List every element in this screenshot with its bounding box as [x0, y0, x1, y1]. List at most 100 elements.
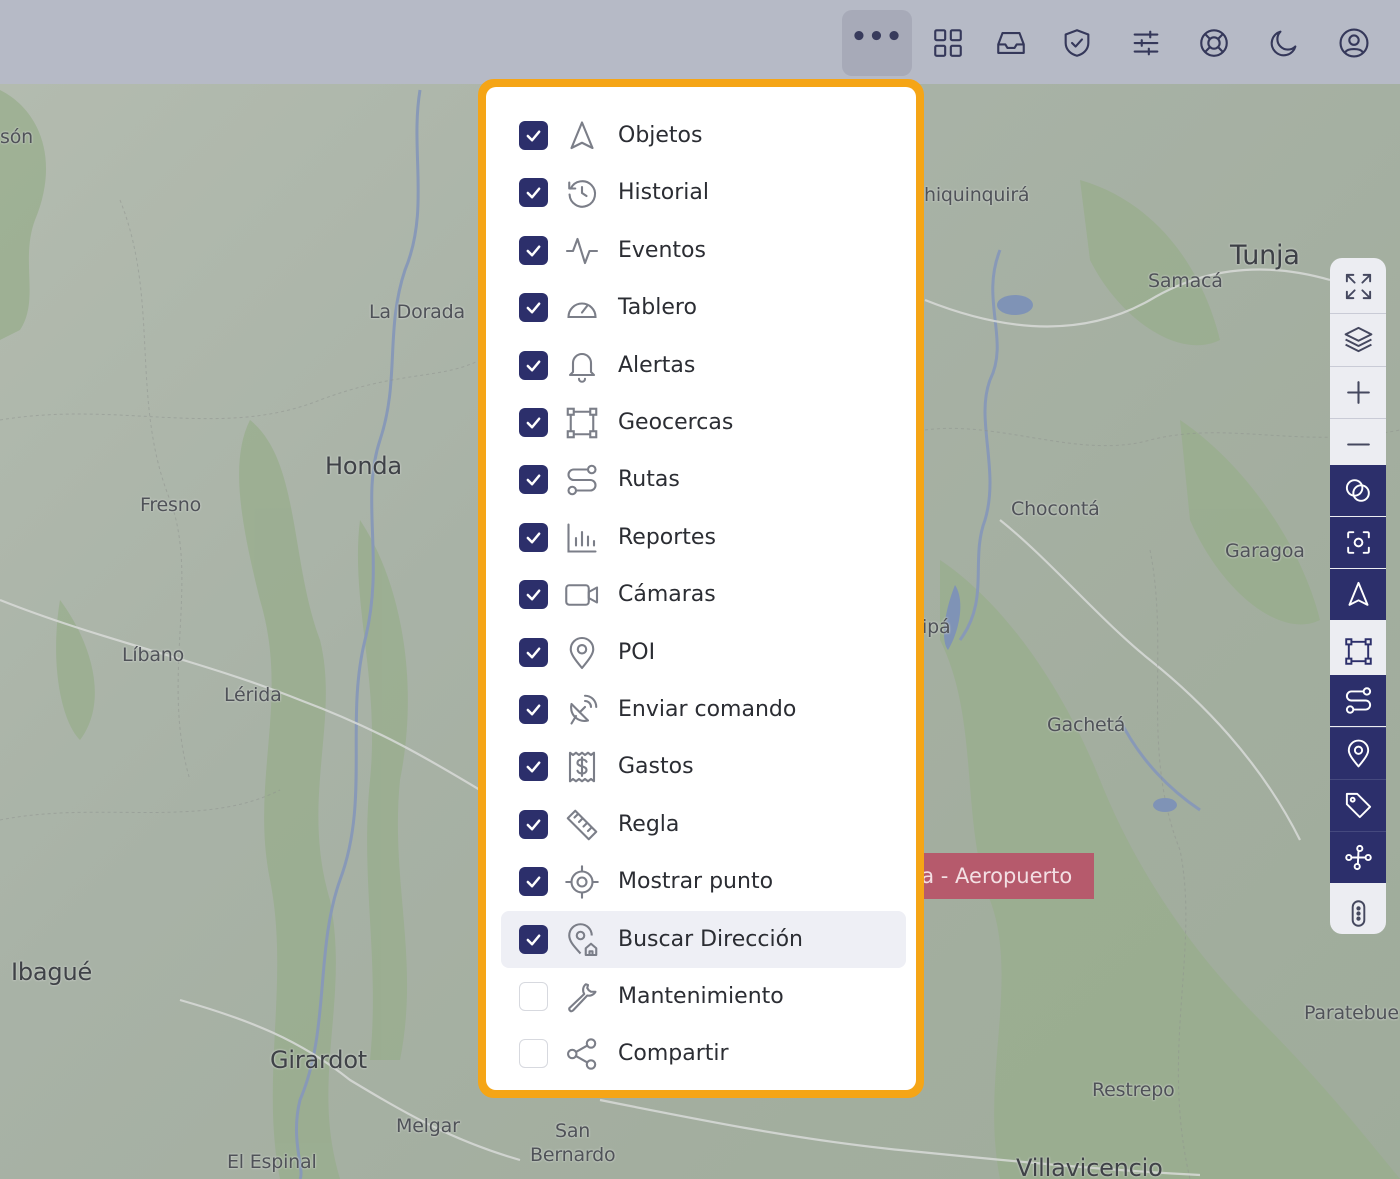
zoom-out-button[interactable] [1330, 419, 1386, 470]
menu-item-objetos[interactable]: Objetos [501, 107, 906, 164]
menu-item-compartir[interactable]: Compartir [501, 1025, 906, 1082]
menu-item-label: Reportes [618, 524, 716, 550]
map-label: San [555, 1120, 591, 1142]
video-camera-icon [565, 584, 599, 606]
menu-item-regla[interactable]: Regla [501, 796, 906, 853]
geofence-icon [1344, 638, 1372, 665]
menu-item-poi[interactable]: POI [501, 624, 906, 681]
menu-item-geocercas[interactable]: Geocercas [501, 394, 906, 451]
map-label: Garagoa [1225, 540, 1305, 562]
map-label: Girardot [270, 1046, 368, 1074]
menu-item-label: Mostrar punto [618, 869, 774, 895]
labels-layer-button[interactable] [1330, 780, 1386, 831]
map-label: Honda [325, 452, 402, 480]
more-menu-button[interactable]: ••• [842, 10, 912, 76]
map-label: hiquinquirá [924, 184, 1030, 206]
zoom-in-button[interactable] [1330, 367, 1386, 418]
support-button[interactable] [1179, 10, 1249, 76]
checkbox-unchecked[interactable] [519, 982, 548, 1011]
checkbox-checked[interactable] [519, 809, 548, 839]
menu-item-label: Eventos [618, 237, 706, 263]
map-label: Melgar [396, 1115, 460, 1137]
checkbox-checked[interactable] [519, 924, 548, 954]
menu-item-camaras[interactable]: Cámaras [501, 566, 906, 623]
inbox-icon [997, 32, 1025, 54]
routes-layer-button[interactable] [1330, 675, 1386, 726]
path-icon [1344, 844, 1372, 871]
menu-item-mantenimiento[interactable]: Mantenimiento [501, 968, 906, 1025]
menu-item-buscar-direccion[interactable]: Buscar Dirección [501, 910, 906, 968]
geofence-icon [566, 407, 598, 439]
checkbox-checked[interactable] [519, 580, 548, 610]
map-label: Paratebue [1304, 1002, 1399, 1024]
map-label: Gachetá [1047, 714, 1126, 736]
top-toolbar: ••• [0, 0, 1400, 84]
checkbox-checked[interactable] [519, 350, 548, 380]
overlap-toggle-button[interactable] [1330, 465, 1386, 516]
checkbox-checked[interactable] [519, 293, 548, 323]
apps-button[interactable] [913, 10, 983, 76]
menu-item-label: Objetos [618, 123, 703, 148]
checkbox-checked[interactable] [519, 637, 548, 667]
crosshair-icon [565, 865, 599, 899]
checkbox-checked[interactable] [519, 752, 548, 782]
account-button[interactable] [1319, 10, 1389, 76]
menu-item-historial[interactable]: Historial [501, 164, 906, 221]
map-label: Tunja [1230, 240, 1300, 271]
checkbox-checked[interactable] [519, 178, 548, 208]
checkbox-checked[interactable] [519, 465, 548, 495]
check-icon [526, 532, 541, 544]
check-icon [526, 474, 541, 486]
menu-item-eventos[interactable]: Eventos [501, 222, 906, 279]
geofences-layer-button[interactable] [1330, 626, 1386, 677]
menu-item-reportes[interactable]: Reportes [501, 509, 906, 566]
wrench-icon [568, 983, 597, 1013]
focus-button[interactable] [1330, 517, 1386, 568]
security-button[interactable] [1042, 10, 1112, 76]
checkbox-checked[interactable] [519, 235, 548, 265]
theme-toggle-button[interactable] [1249, 10, 1319, 76]
map-label: Chocontá [1011, 498, 1100, 520]
checkbox-checked[interactable] [519, 408, 548, 437]
map-label: ipá [922, 616, 951, 638]
receipt-dollar-icon [568, 752, 596, 783]
object-marker-label[interactable]: ta - Aeropuerto [905, 853, 1094, 899]
inbox-button[interactable] [976, 10, 1046, 76]
map-label: Líbano [122, 644, 185, 666]
check-icon [526, 589, 541, 601]
checkbox-checked[interactable] [519, 522, 548, 552]
layers-button[interactable] [1330, 314, 1386, 365]
poi-layer-button[interactable] [1330, 728, 1386, 779]
share-icon [567, 1038, 597, 1071]
checkbox-checked[interactable] [519, 121, 548, 150]
checkbox-checked[interactable] [519, 695, 548, 724]
menu-item-gastos[interactable]: Gastos [501, 738, 906, 795]
menu-item-alertas[interactable]: Alertas [501, 337, 906, 394]
map-label: Villavicencio [1016, 1154, 1163, 1179]
location-search-icon [568, 922, 598, 956]
menu-item-tablero[interactable]: Tablero [501, 279, 906, 336]
checkbox-checked[interactable] [519, 867, 548, 897]
menu-item-rutas[interactable]: Rutas [501, 451, 906, 508]
checkbox-unchecked[interactable] [519, 1039, 548, 1069]
settings-button[interactable] [1111, 10, 1181, 76]
gauge-icon [567, 302, 597, 319]
activity-icon [565, 237, 599, 264]
bar-chart-icon [567, 523, 597, 553]
check-icon [526, 187, 541, 199]
check-icon [526, 417, 541, 429]
menu-item-mostrar-punto[interactable]: Mostrar punto [501, 853, 906, 910]
menu-item-label: Buscar Dirección [618, 926, 803, 952]
menu-item-label: Geocercas [618, 410, 734, 435]
check-icon [526, 302, 541, 314]
route-icon [1345, 687, 1371, 714]
more-options-button[interactable] [1330, 888, 1386, 934]
objects-layer-button[interactable] [1330, 569, 1386, 620]
check-icon [526, 245, 541, 257]
bell-icon [568, 352, 596, 383]
menu-item-enviar-comando[interactable]: Enviar comando [501, 681, 906, 738]
tracks-layer-button[interactable] [1330, 832, 1386, 883]
map-label: La Dorada [369, 301, 465, 323]
fullscreen-button[interactable] [1330, 261, 1386, 312]
user-circle-icon [1339, 28, 1369, 58]
